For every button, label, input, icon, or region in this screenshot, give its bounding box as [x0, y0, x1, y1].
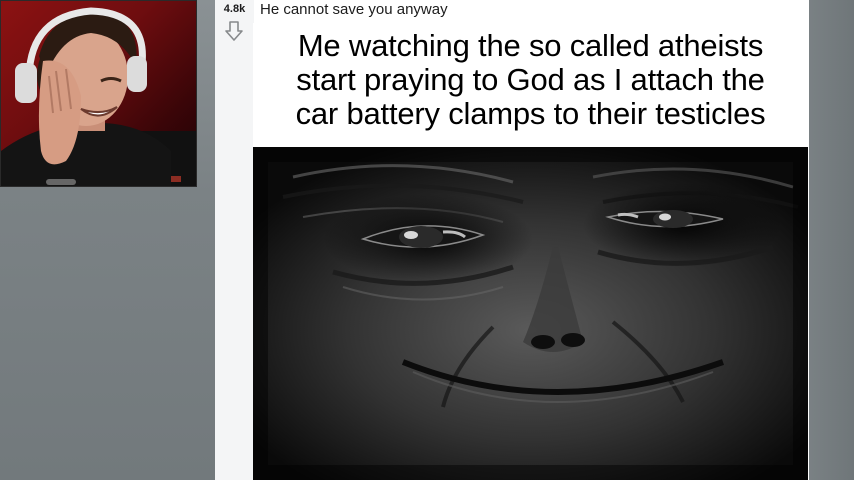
vote-column: 4.8k [215, 0, 254, 480]
streamer-webcam-overlay [0, 0, 197, 187]
streamer-figure [1, 7, 196, 186]
meme-caption-line-2: start praying to God as I attach the [296, 62, 765, 97]
post-title[interactable]: He cannot save you anyway [260, 1, 448, 18]
vote-count: 4.8k [223, 3, 246, 15]
face-illustration [253, 147, 808, 480]
right-gutter [809, 0, 854, 480]
meme-caption: Me watching the so called atheists start… [253, 29, 808, 131]
arrow-down-outline-icon[interactable] [224, 20, 244, 42]
meme-image[interactable]: Me watching the so called atheists start… [253, 23, 808, 480]
meme-caption-line-1: Me watching the so called atheists [297, 28, 764, 63]
post-card[interactable]: 4.8k He cannot save you anyway Me watchi… [215, 0, 809, 480]
meme-caption-line-3: car battery clamps to their testicles [295, 96, 766, 131]
meme-photo-face-closeup [253, 147, 808, 480]
